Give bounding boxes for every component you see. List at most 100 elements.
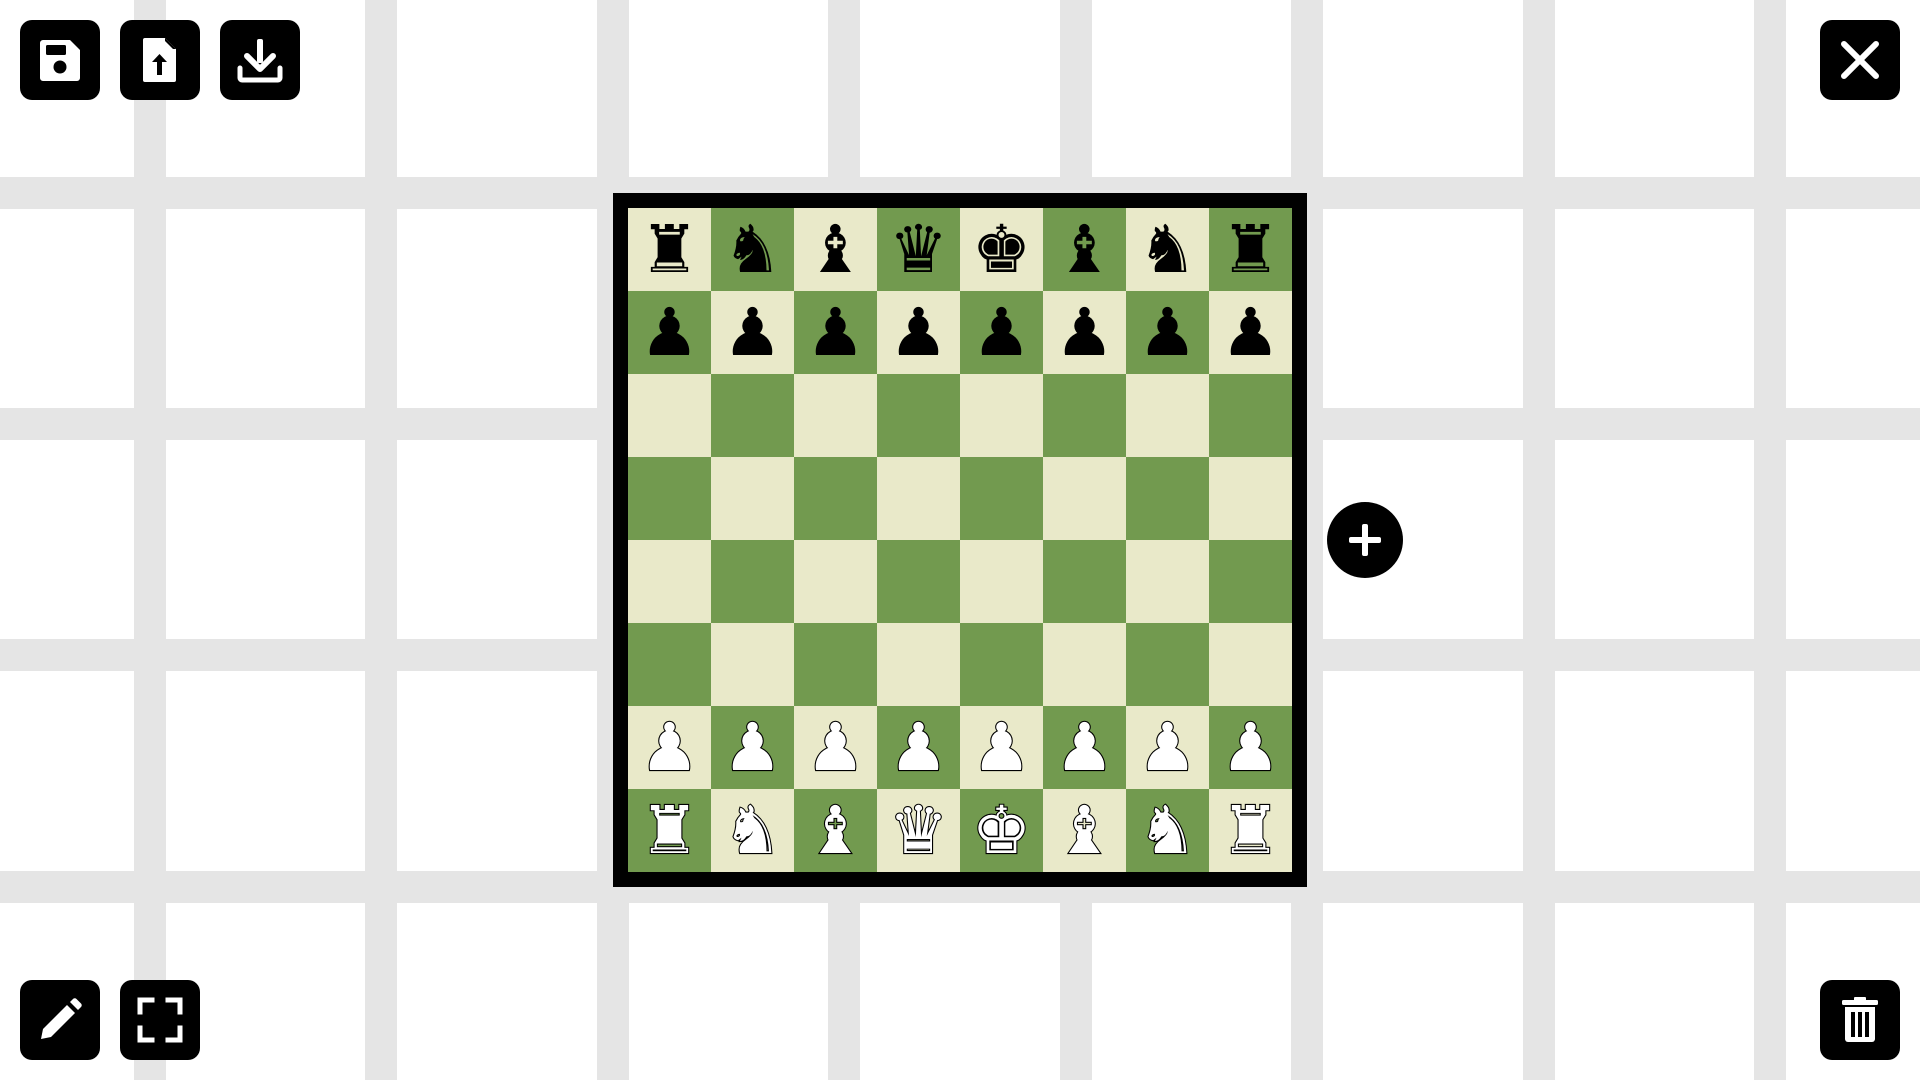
- square-g1[interactable]: ♞: [1126, 789, 1209, 872]
- square-b2[interactable]: ♟: [711, 706, 794, 789]
- square-d3[interactable]: [877, 623, 960, 706]
- square-a8[interactable]: ♜: [628, 208, 711, 291]
- square-c3[interactable]: [794, 623, 877, 706]
- square-h6[interactable]: [1209, 374, 1292, 457]
- square-e6[interactable]: [960, 374, 1043, 457]
- white-pawn-piece[interactable]: ♟: [805, 706, 866, 789]
- delete-button[interactable]: [1820, 980, 1900, 1060]
- square-h8[interactable]: ♜: [1209, 208, 1292, 291]
- square-h1[interactable]: ♜: [1209, 789, 1292, 872]
- square-d7[interactable]: ♟: [877, 291, 960, 374]
- square-e7[interactable]: ♟: [960, 291, 1043, 374]
- square-e1[interactable]: ♚: [960, 789, 1043, 872]
- square-a6[interactable]: [628, 374, 711, 457]
- black-pawn-piece[interactable]: ♟: [1055, 291, 1114, 374]
- black-rook-piece[interactable]: ♜: [640, 208, 699, 291]
- square-g7[interactable]: ♟: [1126, 291, 1209, 374]
- black-rook-piece[interactable]: ♜: [1221, 208, 1280, 291]
- square-b8[interactable]: ♞: [711, 208, 794, 291]
- square-c7[interactable]: ♟: [794, 291, 877, 374]
- upload-file-button[interactable]: [120, 20, 200, 100]
- square-g8[interactable]: ♞: [1126, 208, 1209, 291]
- square-a3[interactable]: [628, 623, 711, 706]
- black-pawn-piece[interactable]: ♟: [723, 291, 782, 374]
- square-f5[interactable]: [1043, 457, 1126, 540]
- square-d8[interactable]: ♛: [877, 208, 960, 291]
- square-a5[interactable]: [628, 457, 711, 540]
- square-h4[interactable]: [1209, 540, 1292, 623]
- black-pawn-piece[interactable]: ♟: [806, 291, 865, 374]
- square-h3[interactable]: [1209, 623, 1292, 706]
- square-e3[interactable]: [960, 623, 1043, 706]
- download-button[interactable]: [220, 20, 300, 100]
- square-b7[interactable]: ♟: [711, 291, 794, 374]
- white-pawn-piece[interactable]: ♟: [639, 706, 700, 789]
- square-d2[interactable]: ♟: [877, 706, 960, 789]
- white-pawn-piece[interactable]: ♟: [1054, 706, 1115, 789]
- white-king-piece[interactable]: ♚: [971, 789, 1032, 872]
- square-b4[interactable]: [711, 540, 794, 623]
- square-h5[interactable]: [1209, 457, 1292, 540]
- square-b5[interactable]: [711, 457, 794, 540]
- black-knight-piece[interactable]: ♞: [1138, 208, 1197, 291]
- white-pawn-piece[interactable]: ♟: [722, 706, 783, 789]
- white-knight-piece[interactable]: ♞: [1137, 789, 1198, 872]
- square-b6[interactable]: [711, 374, 794, 457]
- square-b1[interactable]: ♞: [711, 789, 794, 872]
- square-h7[interactable]: ♟: [1209, 291, 1292, 374]
- square-d5[interactable]: [877, 457, 960, 540]
- square-g6[interactable]: [1126, 374, 1209, 457]
- black-bishop-piece[interactable]: ♝: [1055, 208, 1114, 291]
- white-knight-piece[interactable]: ♞: [722, 789, 783, 872]
- square-e8[interactable]: ♚: [960, 208, 1043, 291]
- square-f1[interactable]: ♝: [1043, 789, 1126, 872]
- square-c8[interactable]: ♝: [794, 208, 877, 291]
- square-a1[interactable]: ♜: [628, 789, 711, 872]
- black-pawn-piece[interactable]: ♟: [972, 291, 1031, 374]
- square-c1[interactable]: ♝: [794, 789, 877, 872]
- black-bishop-piece[interactable]: ♝: [806, 208, 865, 291]
- white-pawn-piece[interactable]: ♟: [888, 706, 949, 789]
- square-d4[interactable]: [877, 540, 960, 623]
- black-pawn-piece[interactable]: ♟: [1221, 291, 1280, 374]
- add-board-button[interactable]: [1327, 502, 1403, 578]
- save-button[interactable]: [20, 20, 100, 100]
- square-a4[interactable]: [628, 540, 711, 623]
- square-a7[interactable]: ♟: [628, 291, 711, 374]
- white-bishop-piece[interactable]: ♝: [1054, 789, 1115, 872]
- black-pawn-piece[interactable]: ♟: [889, 291, 948, 374]
- square-f2[interactable]: ♟: [1043, 706, 1126, 789]
- black-queen-piece[interactable]: ♛: [889, 208, 948, 291]
- square-c2[interactable]: ♟: [794, 706, 877, 789]
- white-rook-piece[interactable]: ♜: [1220, 789, 1281, 872]
- square-g4[interactable]: [1126, 540, 1209, 623]
- edit-button[interactable]: [20, 980, 100, 1060]
- square-f4[interactable]: [1043, 540, 1126, 623]
- white-pawn-piece[interactable]: ♟: [1220, 706, 1281, 789]
- square-f3[interactable]: [1043, 623, 1126, 706]
- square-a2[interactable]: ♟: [628, 706, 711, 789]
- square-e4[interactable]: [960, 540, 1043, 623]
- square-g2[interactable]: ♟: [1126, 706, 1209, 789]
- chess-board[interactable]: ♜ ♞ ♝ ♛ ♚ ♝ ♞ ♜ ♟ ♟ ♟ ♟ ♟ ♟ ♟ ♟ ♟ ♟ ♟ ♟ ♟ ♟ ♟ ♟ ♜ ♞ ♝ ♛ ♚ ♝ ♞ ♜: [628, 208, 1292, 872]
- square-d1[interactable]: ♛: [877, 789, 960, 872]
- black-pawn-piece[interactable]: ♟: [640, 291, 699, 374]
- square-f6[interactable]: [1043, 374, 1126, 457]
- white-rook-piece[interactable]: ♜: [639, 789, 700, 872]
- square-e2[interactable]: ♟: [960, 706, 1043, 789]
- square-h2[interactable]: ♟: [1209, 706, 1292, 789]
- fullscreen-button[interactable]: [120, 980, 200, 1060]
- black-knight-piece[interactable]: ♞: [723, 208, 782, 291]
- white-pawn-piece[interactable]: ♟: [971, 706, 1032, 789]
- square-g3[interactable]: [1126, 623, 1209, 706]
- white-pawn-piece[interactable]: ♟: [1137, 706, 1198, 789]
- white-bishop-piece[interactable]: ♝: [805, 789, 866, 872]
- square-e5[interactable]: [960, 457, 1043, 540]
- square-c6[interactable]: [794, 374, 877, 457]
- white-queen-piece[interactable]: ♛: [888, 789, 949, 872]
- square-c4[interactable]: [794, 540, 877, 623]
- square-c5[interactable]: [794, 457, 877, 540]
- square-g5[interactable]: [1126, 457, 1209, 540]
- square-b3[interactable]: [711, 623, 794, 706]
- square-f7[interactable]: ♟: [1043, 291, 1126, 374]
